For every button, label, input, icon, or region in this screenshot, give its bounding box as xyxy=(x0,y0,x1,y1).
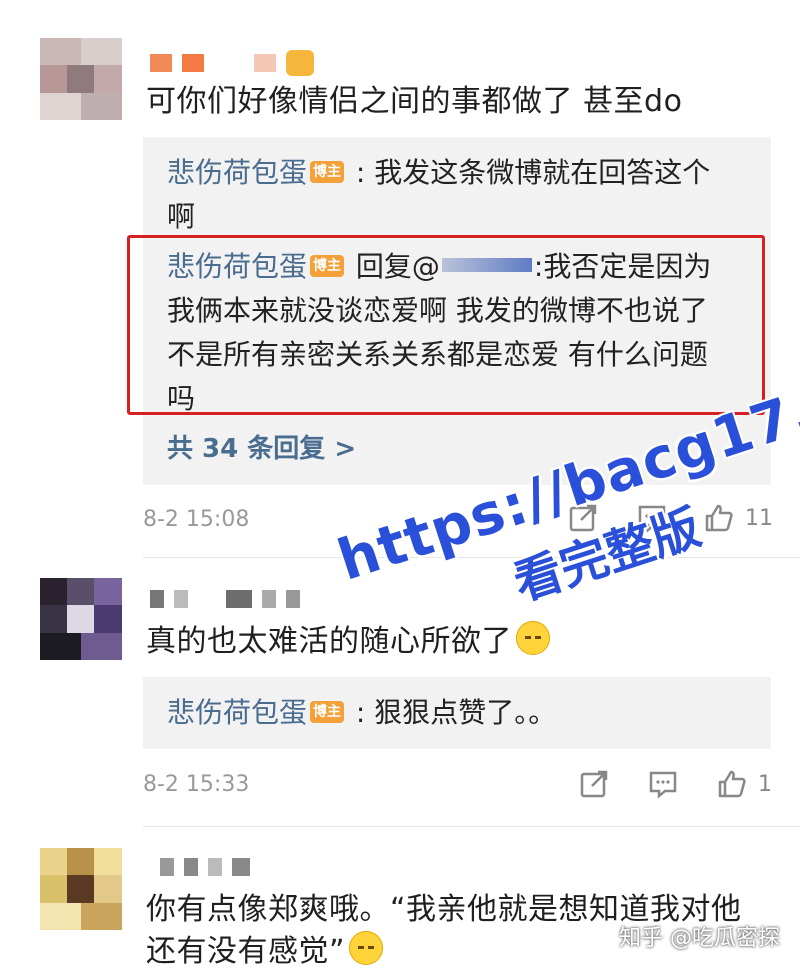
share-button[interactable] xyxy=(567,502,599,534)
comment-button[interactable] xyxy=(647,768,679,800)
share-icon xyxy=(569,504,597,532)
like-button[interactable]: 1 xyxy=(716,768,772,800)
like-button[interactable]: 11 xyxy=(703,502,773,534)
highlight-box xyxy=(127,235,765,415)
sleepy-emoji-icon xyxy=(516,621,550,655)
blogger-badge: 博主 xyxy=(310,701,345,723)
reply-item[interactable]: 悲伤荷包蛋 博主 : 我发这条微博就在回答这个 xyxy=(167,151,751,195)
username-blurred[interactable] xyxy=(150,590,300,608)
source-watermark: 知乎 @吃瓜密探 xyxy=(619,926,780,951)
like-icon xyxy=(718,770,746,798)
like-icon xyxy=(705,504,733,532)
like-count: 11 xyxy=(745,505,773,531)
reply-box: 悲伤荷包蛋 博主 : 狠狠点赞了。。 xyxy=(143,677,771,749)
username-blurred[interactable] xyxy=(150,50,314,76)
divider xyxy=(143,826,800,827)
like-count: 1 xyxy=(758,771,772,797)
reply-author[interactable]: 悲伤荷包蛋 xyxy=(167,156,307,189)
timestamp: 8-2 15:08 xyxy=(143,507,250,532)
comment-icon xyxy=(649,771,677,799)
reply-author[interactable]: 悲伤荷包蛋 xyxy=(167,696,307,729)
reply-continuation: 啊 xyxy=(167,200,196,233)
more-replies-link[interactable]: 共 34 条回复 > xyxy=(167,428,356,465)
laugh-cry-emoji-icon xyxy=(349,931,384,965)
comment-text-line: 还有没有感觉” xyxy=(146,930,384,974)
comment-icon xyxy=(638,505,666,533)
divider xyxy=(143,557,800,558)
avatar[interactable] xyxy=(40,38,122,120)
comment-button[interactable] xyxy=(636,502,668,534)
reply-text: 狠狠点赞了。。 xyxy=(374,696,557,729)
comment-text: 可你们好像情侣之间的事都做了 甚至do xyxy=(146,84,683,119)
share-icon xyxy=(580,770,608,798)
avatar[interactable] xyxy=(40,848,122,930)
comment-text: 真的也太难活的随心所欲了 xyxy=(146,620,550,664)
timestamp: 8-2 15:33 xyxy=(143,772,250,797)
avatar[interactable] xyxy=(40,578,122,660)
blogger-badge: 博主 xyxy=(310,161,345,183)
crown-badge-icon xyxy=(286,50,314,76)
watermark-subtitle: 看完整版 xyxy=(507,499,708,612)
username-blurred[interactable] xyxy=(160,858,250,876)
share-button[interactable] xyxy=(578,768,610,800)
reply-item[interactable]: 悲伤荷包蛋 博主 : 狠狠点赞了。。 xyxy=(167,691,751,735)
reply-text: 我发这条微博就在回答这个 xyxy=(374,156,711,189)
